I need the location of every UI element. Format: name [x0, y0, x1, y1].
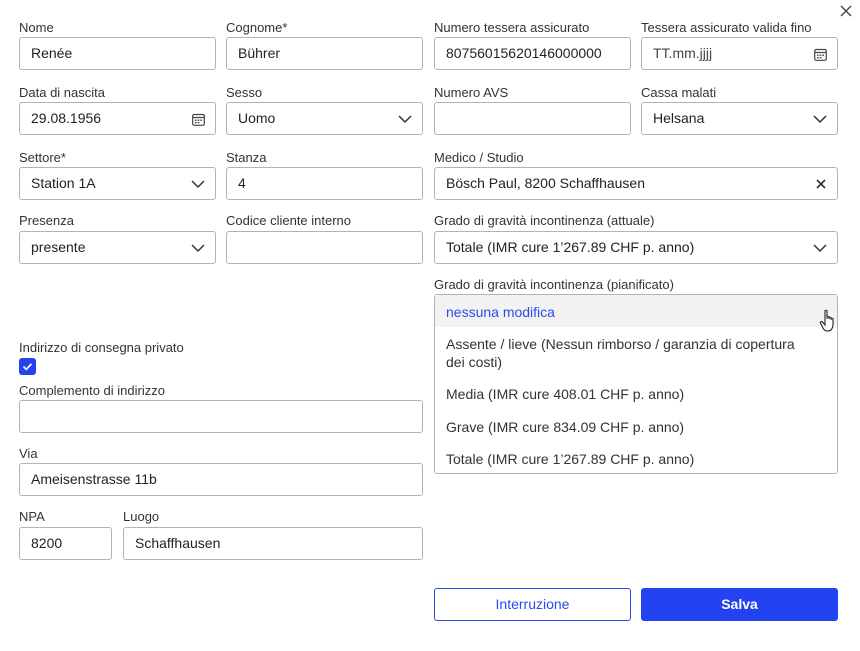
- medico-input[interactable]: Bösch Paul, 8200 Schaffhausen: [434, 167, 838, 200]
- stanza-input[interactable]: 4: [226, 167, 423, 200]
- chevron-down-icon: [813, 244, 827, 253]
- clear-icon[interactable]: [815, 178, 827, 190]
- codice-cliente-label: Codice cliente interno: [226, 213, 352, 228]
- cognome-value: Bührer: [238, 45, 281, 61]
- option-assente-lieve[interactable]: Assente / lieve (Nessun rimborso / garan…: [446, 335, 816, 371]
- via-label: Via: [19, 446, 38, 461]
- cassa-malati-value: Helsana: [653, 110, 705, 126]
- grado-pianificato-dropdown[interactable]: nessuna modifica Assente / lieve (Nessun…: [434, 294, 838, 474]
- indirizzo-privato-checkbox[interactable]: [19, 358, 36, 375]
- cassa-malati-select[interactable]: Helsana: [641, 102, 838, 135]
- medico-value: Bösch Paul, 8200 Schaffhausen: [446, 175, 646, 191]
- data-nascita-value: 29.08.1956: [31, 110, 102, 126]
- npa-label: NPA: [19, 509, 45, 524]
- grado-attuale-value: Totale (IMR cure 1’267.89 CHF p. anno): [446, 239, 695, 255]
- settore-value: Station 1A: [31, 175, 96, 191]
- chevron-down-icon: [813, 115, 827, 124]
- nome-input[interactable]: Renée: [19, 37, 216, 70]
- indirizzo-privato-label: Indirizzo di consegna privato: [19, 340, 184, 355]
- settore-label: Settore*: [19, 150, 66, 165]
- stanza-label: Stanza: [226, 150, 267, 165]
- save-button[interactable]: Salva: [641, 588, 838, 621]
- via-input[interactable]: Ameisenstrasse 11b: [19, 463, 423, 496]
- nome-label: Nome: [19, 20, 54, 35]
- medico-label: Medico / Studio: [434, 150, 524, 165]
- cassa-malati-label: Cassa malati: [641, 85, 717, 100]
- chevron-down-icon: [191, 180, 205, 189]
- cognome-input[interactable]: Bührer: [226, 37, 423, 70]
- option-nessuna-modifica[interactable]: nessuna modifica: [446, 303, 816, 321]
- chevron-down-icon: [398, 115, 412, 124]
- stanza-value: 4: [238, 175, 246, 191]
- via-value: Ameisenstrasse 11b: [31, 471, 157, 487]
- tessera-valida-date-input[interactable]: TT.mm.jjjj: [641, 37, 838, 70]
- data-nascita-date-input[interactable]: 29.08.1956: [19, 102, 216, 135]
- tessera-valida-label: Tessera assicurato valida fino: [641, 20, 812, 35]
- sesso-select[interactable]: Uomo: [226, 102, 423, 135]
- chevron-down-icon: [191, 244, 205, 253]
- tessera-valida-placeholder: TT.mm.jjjj: [653, 45, 713, 61]
- numero-avs-input[interactable]: [434, 102, 631, 135]
- grado-attuale-label: Grado di gravità incontinenza (attuale): [434, 213, 655, 228]
- npa-value: 8200: [31, 535, 63, 551]
- presenza-select[interactable]: presente: [19, 231, 216, 264]
- cognome-label: Cognome*: [226, 20, 288, 35]
- luogo-input[interactable]: Schaffhausen: [123, 527, 423, 560]
- settore-select[interactable]: Station 1A: [19, 167, 216, 200]
- npa-input[interactable]: 8200: [19, 527, 112, 560]
- complemento-input[interactable]: [19, 400, 423, 433]
- close-icon[interactable]: [840, 5, 852, 17]
- calendar-icon[interactable]: [192, 113, 205, 126]
- numero-tessera-input[interactable]: 80756015620146000000: [434, 37, 631, 70]
- nome-value: Renée: [31, 45, 73, 61]
- complemento-label: Complemento di indirizzo: [19, 383, 165, 398]
- luogo-value: Schaffhausen: [135, 535, 221, 551]
- numero-tessera-label: Numero tessera assicurato: [434, 20, 590, 35]
- sesso-value: Uomo: [238, 110, 276, 126]
- presenza-value: presente: [31, 239, 86, 255]
- calendar-icon[interactable]: [814, 48, 827, 61]
- option-grave[interactable]: Grave (IMR cure 834.09 CHF p. anno): [446, 418, 816, 436]
- numero-avs-label: Numero AVS: [434, 85, 509, 100]
- grado-attuale-select[interactable]: Totale (IMR cure 1’267.89 CHF p. anno): [434, 231, 838, 264]
- check-icon: [22, 363, 33, 371]
- numero-tessera-value: 80756015620146000000: [446, 45, 602, 61]
- option-media[interactable]: Media (IMR cure 408.01 CHF p. anno): [446, 385, 816, 403]
- luogo-label: Luogo: [123, 509, 160, 524]
- codice-cliente-input[interactable]: [226, 231, 423, 264]
- presenza-label: Presenza: [19, 213, 74, 228]
- option-totale[interactable]: Totale (IMR cure 1’267.89 CHF p. anno): [446, 450, 816, 468]
- grado-pianificato-label: Grado di gravità incontinenza (pianifica…: [434, 277, 674, 292]
- data-nascita-label: Data di nascita: [19, 85, 105, 100]
- sesso-label: Sesso: [226, 85, 263, 100]
- hand-cursor-icon: [819, 309, 834, 332]
- cancel-button[interactable]: Interruzione: [434, 588, 631, 621]
